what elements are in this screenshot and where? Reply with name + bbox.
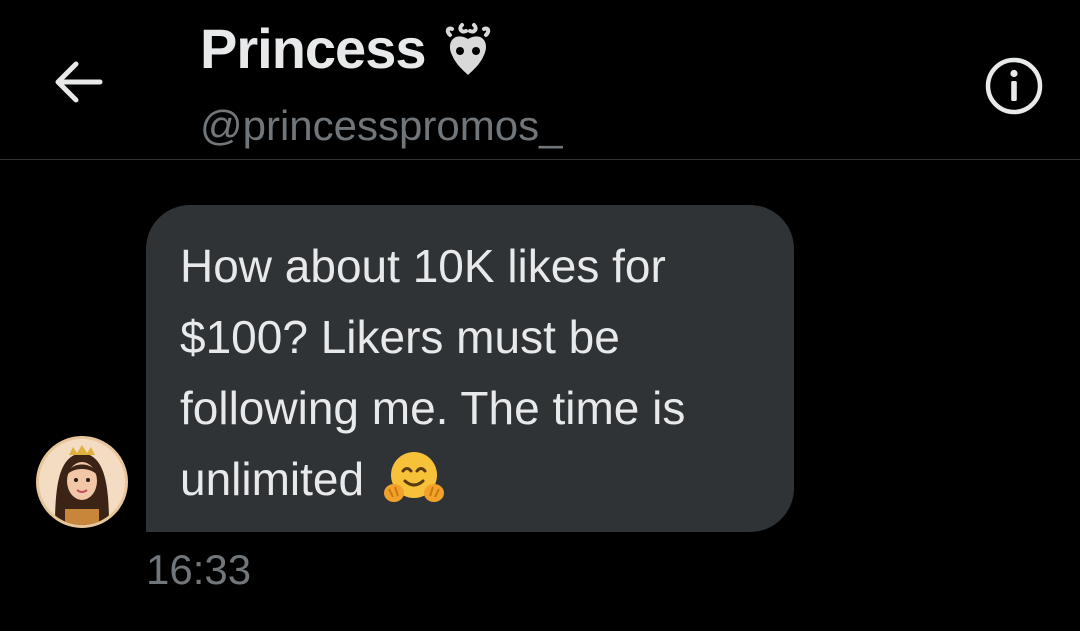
decorative-charm-emoji [444,21,492,77]
message-timestamp: 16:33 [146,546,252,593]
message-text: How about 10K likes for $100? Likers mus… [180,231,780,515]
hugging-face-emoji [383,449,445,505]
dm-conversation-screen: Princess @princesspromos_ How about 10K … [0,0,1080,631]
conversation-info-button[interactable] [984,56,1044,116]
conversation-header: Princess @princesspromos_ [0,0,1080,160]
page-title: Princess [200,17,426,80]
avatar[interactable] [36,436,128,528]
arrow-left-icon [55,61,103,103]
conversation-title-block[interactable]: Princess @princesspromos_ [200,14,562,150]
back-button[interactable] [48,52,108,112]
info-icon [985,57,1043,115]
profile-avatar-image [39,439,125,525]
user-handle: @princesspromos_ [200,102,563,149]
message-bubble[interactable]: How about 10K likes for $100? Likers mus… [146,205,794,532]
